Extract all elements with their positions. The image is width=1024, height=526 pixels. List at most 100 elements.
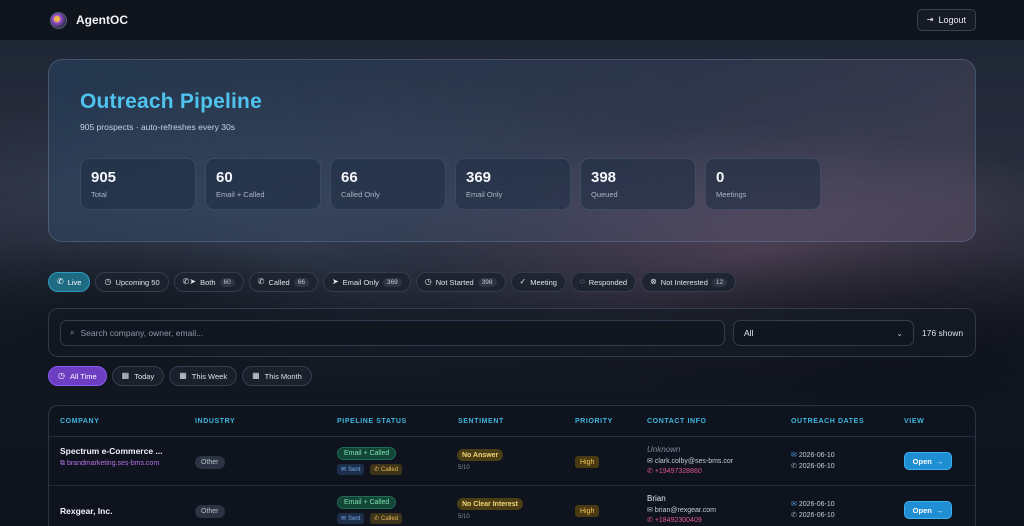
date-text: 2026-06-10: [798, 463, 835, 470]
filter-label: Live: [67, 277, 82, 287]
logo-icon: [50, 11, 67, 29]
mail-icon: ✉: [791, 501, 799, 508]
phone-icon: ✆: [257, 277, 265, 286]
col-sentiment[interactable]: SENTIMENT: [458, 418, 504, 425]
mail-icon: ✉: [647, 507, 655, 514]
industry-badge: Other: [195, 505, 225, 518]
phone-icon: ✆: [374, 516, 380, 522]
filter-label: Responded: [588, 277, 628, 287]
called-tag: ✆ Called: [370, 464, 403, 475]
col-industry[interactable]: INDUSTRY: [195, 418, 235, 425]
filter-responded[interactable]: ◌ Responded: [570, 272, 637, 292]
clock-icon: ◷: [104, 277, 112, 286]
logout-icon: ⇥: [926, 15, 934, 24]
sent-label: Sent: [348, 515, 361, 522]
table-row[interactable]: Rexgear, Inc. Other Email + Called ✉ Sent…: [49, 486, 975, 526]
contact-email[interactable]: ✉ clark.colby@ses-bms.cor: [647, 457, 747, 465]
contact-phone[interactable]: ✆ +19497328860: [647, 467, 702, 475]
time-label: Today: [134, 371, 155, 381]
stat-email-called: 60 Email + Called: [205, 158, 321, 210]
contact-name: Unknown: [647, 445, 681, 454]
stat-label: Queued: [591, 190, 618, 199]
col-priority[interactable]: PRIORITY: [575, 418, 613, 425]
col-pipeline-status[interactable]: PIPELINE STATUS: [337, 418, 407, 425]
table-row[interactable]: Spectrum e-Commerce ... ⧉ brandmarketing…: [49, 437, 975, 486]
col-contact-info[interactable]: CONTACT INFO: [647, 418, 707, 425]
filter-both[interactable]: ✆➤ Both 60: [173, 272, 244, 292]
time-week[interactable]: ▦ This Week: [169, 366, 238, 386]
stat-queued: 398 Queued: [580, 158, 696, 210]
select-value: All: [744, 328, 754, 338]
sentiment-badge: No Clear Interest: [457, 498, 524, 510]
filter-email-only[interactable]: ➤ Email Only 369: [322, 272, 411, 292]
search-icon: ⌕: [70, 328, 75, 337]
phone-icon: ✆: [791, 463, 799, 470]
called-label: Called: [381, 466, 399, 473]
contact-email[interactable]: ✉ brian@rexgear.com: [647, 506, 747, 514]
filter-not-interested[interactable]: ⊗ Not Interested 12: [641, 272, 737, 292]
contact-phone[interactable]: ✆ +18492300409: [647, 516, 702, 524]
date-text: 2026-06-10: [798, 501, 835, 508]
pipeline-status-badge: Email + Called: [337, 496, 397, 509]
sent-label: Sent: [348, 466, 361, 473]
stat-label: Called Only: [341, 190, 380, 199]
search-panel: ⌕ All ⌄ 176 shown: [48, 308, 976, 357]
filter-meeting[interactable]: ✓ Meeting: [510, 272, 566, 292]
status-select[interactable]: All ⌄: [733, 320, 914, 346]
time-label: All Time: [69, 371, 97, 381]
filter-live[interactable]: ✆ Live: [48, 272, 91, 292]
stat-meetings: 0 Meetings: [705, 158, 821, 210]
time-today[interactable]: ▦ Today: [111, 366, 165, 386]
filter-called[interactable]: ✆ Called 66: [248, 272, 318, 292]
stat-value: 369: [466, 169, 492, 186]
filter-label: Meeting: [530, 277, 557, 287]
search-box[interactable]: ⌕: [60, 320, 725, 346]
contact-name: Brian: [647, 494, 666, 503]
send-icon: ➤: [331, 277, 339, 286]
col-company[interactable]: COMPANY: [60, 418, 99, 425]
mail-icon: ✉: [647, 458, 655, 465]
industry-badge: Other: [195, 456, 225, 469]
filter-label: Not Started: [435, 277, 474, 287]
page-title: Outreach Pipeline: [80, 90, 262, 113]
open-label: Open: [912, 505, 932, 515]
x-circle-icon: ⊗: [650, 277, 657, 286]
calendar-icon: ▦: [121, 371, 130, 380]
priority-badge: High: [575, 505, 600, 517]
call-date: ✆ 2026-06-10: [791, 462, 835, 470]
stat-value: 60: [216, 169, 233, 186]
stat-email-only: 369 Email Only: [455, 158, 571, 210]
shown-count: 176 shown: [922, 328, 964, 338]
company-name: Spectrum e-Commerce ...: [60, 446, 163, 456]
phone-text: +19497328860: [654, 468, 702, 475]
sent-tag: ✉ Sent: [337, 464, 365, 475]
called-label: Called: [381, 515, 399, 522]
filter-not-started[interactable]: ◷ Not Started 398: [415, 272, 506, 292]
clock-icon: ◷: [424, 277, 432, 286]
priority-badge: High: [575, 456, 600, 468]
time-label: This Week: [191, 371, 228, 381]
time-all[interactable]: ◷ All Time: [48, 366, 107, 386]
table-header: COMPANY INDUSTRY PIPELINE STATUS SENTIME…: [49, 406, 975, 437]
search-input[interactable]: [80, 328, 681, 338]
filter-label: Not Interested: [660, 277, 708, 287]
stat-value: 0: [716, 169, 725, 186]
open-button[interactable]: Open →: [904, 501, 952, 519]
time-month[interactable]: ▦ This Month: [242, 366, 312, 386]
stats-row: 905 Total 60 Email + Called 66 Called Only …: [80, 158, 944, 210]
col-outreach-dates[interactable]: OUTREACH DATES: [791, 418, 864, 425]
stat-label: Meetings: [716, 190, 747, 199]
filter-label: Both: [200, 277, 216, 287]
filter-count: 398: [477, 277, 497, 287]
logout-button[interactable]: ⇥ Logout: [916, 9, 976, 31]
filter-upcoming[interactable]: ◷ Upcoming 50: [95, 272, 169, 292]
phone-icon: ✆: [647, 517, 655, 524]
check-circle-icon: ✓: [519, 277, 527, 286]
company-name: Rexgear, Inc.: [60, 506, 113, 516]
open-button[interactable]: Open →: [904, 452, 952, 470]
calendar-icon: ▦: [179, 371, 187, 380]
stat-label: Total: [91, 190, 107, 199]
sentiment-score: 5/10: [458, 465, 470, 471]
website-link[interactable]: ⧉ brandmarketing.ses-bms.com: [60, 459, 175, 469]
arrow-right-icon: →: [935, 456, 944, 466]
